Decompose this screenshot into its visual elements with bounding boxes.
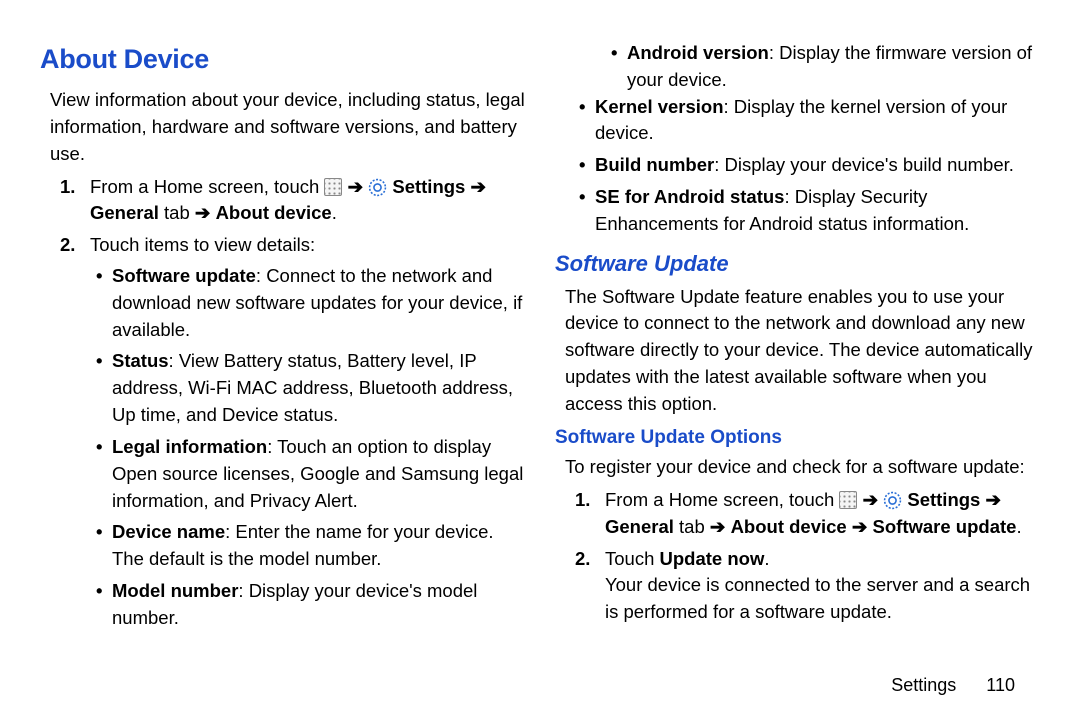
- update-now-label: Update now: [660, 548, 765, 569]
- period: .: [1016, 516, 1021, 537]
- list-item: Software update: Connect to the network …: [112, 263, 525, 343]
- settings-icon: [368, 178, 387, 197]
- footer-section: Settings: [891, 675, 956, 695]
- arrow-icon: ➔: [470, 176, 486, 197]
- about-step-1: 1. From a Home screen, touch ➔ Settings …: [90, 174, 525, 228]
- page-footer: Settings 110: [891, 672, 1015, 698]
- step-text: From a Home screen, touch: [605, 489, 839, 510]
- heading-software-update-options: Software Update Options: [555, 424, 1040, 452]
- about-intro: View information about your device, incl…: [50, 87, 525, 167]
- period: .: [332, 202, 337, 223]
- step-number: 1.: [575, 487, 590, 514]
- arrow-icon: ➔: [852, 516, 868, 537]
- item-label: Device name: [112, 521, 225, 542]
- arrow-icon: ➔: [710, 516, 726, 537]
- step-text: Touch: [605, 548, 660, 569]
- software-update-intro: The Software Update feature enables you …: [565, 284, 1040, 418]
- item-label: Status: [112, 350, 169, 371]
- general-label: General: [605, 516, 674, 537]
- arrow-icon: ➔: [863, 489, 879, 510]
- apps-icon: [324, 178, 342, 196]
- about-device-label: About device: [731, 516, 847, 537]
- item-desc: : Display your device's build number.: [714, 154, 1014, 175]
- list-item: Legal information: Touch an option to di…: [112, 434, 525, 514]
- arrow-icon: ➔: [985, 489, 1001, 510]
- list-item: Build number: Display your device's buil…: [595, 152, 1040, 179]
- settings-label: Settings: [392, 176, 465, 197]
- item-label: Android version: [627, 42, 769, 63]
- step-number: 1.: [60, 174, 75, 201]
- list-item: Status: View Battery status, Battery lev…: [112, 348, 525, 428]
- settings-icon: [883, 491, 902, 510]
- options-step-1: 1. From a Home screen, touch ➔ Settings …: [605, 487, 1040, 541]
- heading-about-device: About Device: [40, 40, 525, 79]
- general-label: General: [90, 202, 159, 223]
- item-label: Kernel version: [595, 96, 724, 117]
- heading-software-update: Software Update: [555, 248, 1040, 280]
- item-desc: : View Battery status, Battery level, IP…: [112, 350, 513, 425]
- item-label: SE for Android status: [595, 186, 784, 207]
- step-number: 2.: [575, 546, 590, 573]
- item-label: Build number: [595, 154, 714, 175]
- item-label: Model number: [112, 580, 238, 601]
- list-item: SE for Android status: Display Security …: [595, 184, 1040, 238]
- software-update-label: Software update: [873, 516, 1017, 537]
- arrow-icon: ➔: [348, 176, 364, 197]
- options-step-2: 2. Touch Update now. Your device is conn…: [605, 546, 1040, 626]
- step-number: 2.: [60, 232, 75, 259]
- options-intro: To register your device and check for a …: [565, 454, 1040, 481]
- about-device-label: About device: [216, 202, 332, 223]
- list-item: Kernel version: Display the kernel versi…: [595, 94, 1040, 148]
- list-item: Device name: Enter the name for your dev…: [112, 519, 525, 573]
- step-desc: Your device is connected to the server a…: [605, 572, 1040, 626]
- period: .: [764, 548, 769, 569]
- step-text: Touch items to view details:: [90, 234, 315, 255]
- item-label: Legal information: [112, 436, 267, 457]
- step-text: From a Home screen, touch: [90, 176, 324, 197]
- list-item: Android version: Display the firmware ve…: [627, 40, 1040, 94]
- settings-label: Settings: [907, 489, 980, 510]
- item-label: Software update: [112, 265, 256, 286]
- apps-icon: [839, 491, 857, 509]
- arrow-icon: ➔: [195, 202, 211, 223]
- tab-word: tab: [159, 202, 195, 223]
- tab-word: tab: [674, 516, 710, 537]
- list-item: Model number: Display your device's mode…: [112, 578, 525, 632]
- footer-page-number: 110: [986, 675, 1015, 695]
